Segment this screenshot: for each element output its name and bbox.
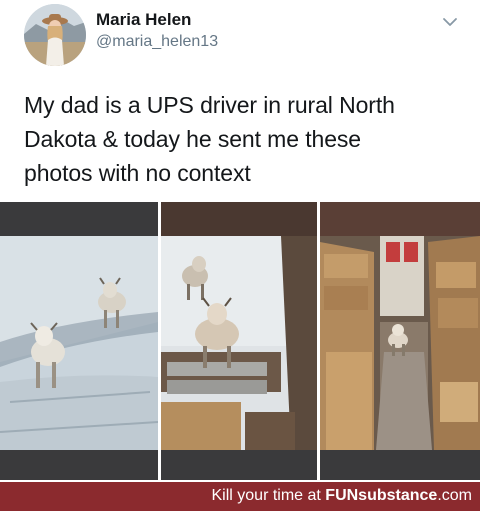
photo-grid [0, 202, 480, 480]
footer-credit[interactable]: Kill your time at FUNsubstance.com [211, 487, 472, 505]
tweet-header: Maria Helen @maria_helen13 [0, 0, 480, 78]
tweet-text: My dad is a UPS driver in rural North Da… [24, 88, 464, 190]
footer-prefix: Kill your time at [211, 487, 326, 504]
photo-goats-on-snowy-road[interactable] [0, 202, 158, 480]
chevron-down-icon[interactable] [440, 12, 460, 32]
tweet-text-line: My dad is a UPS driver in rural North [24, 92, 395, 118]
author-handle[interactable]: @maria_helen13 [96, 33, 218, 51]
footer-banner: Kill your time at FUNsubstance.com [0, 482, 480, 511]
photo-goats-on-truck-steps[interactable] [161, 202, 317, 480]
footer-tld: .com [437, 487, 472, 504]
tweet-text-line: photos with no context [24, 160, 251, 186]
avatar[interactable] [24, 4, 86, 66]
footer-brand: FUNsubstance [325, 487, 438, 504]
author-name[interactable]: Maria Helen [96, 10, 191, 30]
photo-goat-in-truck-cargo[interactable] [320, 202, 480, 480]
tweet-text-line: Dakota & today he sent me these [24, 126, 361, 152]
